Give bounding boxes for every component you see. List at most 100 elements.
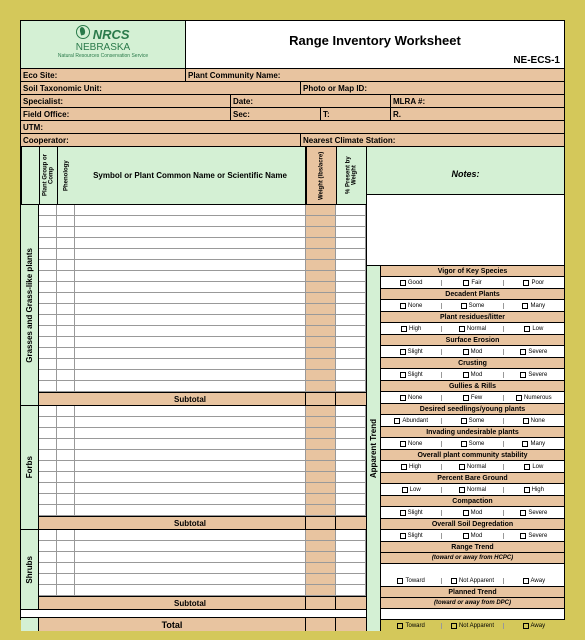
checkbox-icon[interactable] xyxy=(461,441,467,447)
data-row[interactable] xyxy=(39,249,366,260)
checkbox-icon[interactable] xyxy=(400,395,406,401)
data-row[interactable] xyxy=(39,227,366,238)
option[interactable]: Low xyxy=(381,487,442,493)
option[interactable]: None xyxy=(504,418,564,424)
option[interactable]: Normal xyxy=(442,326,503,332)
data-row[interactable] xyxy=(39,406,366,417)
checkbox-icon[interactable] xyxy=(394,418,400,424)
option[interactable]: Many xyxy=(504,303,564,309)
subtotal-weight[interactable] xyxy=(306,597,336,609)
data-row[interactable] xyxy=(39,530,366,541)
option[interactable]: Not Apparent xyxy=(442,578,503,584)
option[interactable]: Some xyxy=(442,303,503,309)
data-row[interactable] xyxy=(39,359,366,370)
checkbox-icon[interactable] xyxy=(463,510,469,516)
assess-blank[interactable] xyxy=(381,609,564,620)
checkbox-icon[interactable] xyxy=(459,487,465,493)
subtotal-weight[interactable] xyxy=(306,393,336,405)
checkbox-icon[interactable] xyxy=(524,487,530,493)
data-row[interactable] xyxy=(39,381,366,392)
checkbox-icon[interactable] xyxy=(400,441,406,447)
option[interactable]: Few xyxy=(442,395,503,401)
option[interactable]: Normal xyxy=(442,464,503,470)
option[interactable]: Mod xyxy=(442,533,503,539)
data-row[interactable] xyxy=(39,304,366,315)
data-row[interactable] xyxy=(39,450,366,461)
data-row[interactable] xyxy=(39,439,366,450)
checkbox-icon[interactable] xyxy=(402,487,408,493)
checkbox-icon[interactable] xyxy=(397,623,403,629)
checkbox-icon[interactable] xyxy=(461,303,467,309)
checkbox-icon[interactable] xyxy=(400,349,406,355)
option[interactable]: Normal xyxy=(442,487,503,493)
data-row[interactable] xyxy=(39,552,366,563)
subtotal-percent[interactable] xyxy=(336,597,366,609)
checkbox-icon[interactable] xyxy=(516,395,522,401)
option[interactable]: High xyxy=(381,464,442,470)
data-row[interactable] xyxy=(39,216,366,227)
option[interactable]: Away xyxy=(504,623,564,629)
option[interactable]: Severe xyxy=(504,510,564,516)
checkbox-icon[interactable] xyxy=(522,441,528,447)
subtotal-percent[interactable] xyxy=(336,517,366,529)
data-row[interactable] xyxy=(39,472,366,483)
data-row[interactable] xyxy=(39,574,366,585)
checkbox-icon[interactable] xyxy=(401,464,407,470)
checkbox-icon[interactable] xyxy=(459,326,465,332)
data-row[interactable] xyxy=(39,271,366,282)
data-row[interactable] xyxy=(39,205,366,216)
checkbox-icon[interactable] xyxy=(463,395,469,401)
checkbox-icon[interactable] xyxy=(401,326,407,332)
option[interactable]: Abundant xyxy=(381,418,442,424)
checkbox-icon[interactable] xyxy=(520,533,526,539)
option[interactable]: Low xyxy=(504,326,564,332)
data-row[interactable] xyxy=(39,505,366,516)
notes-area[interactable] xyxy=(367,195,564,265)
checkbox-icon[interactable] xyxy=(463,349,469,355)
data-row[interactable] xyxy=(39,260,366,271)
checkbox-icon[interactable] xyxy=(400,280,406,286)
data-row[interactable] xyxy=(39,282,366,293)
option[interactable]: None xyxy=(381,441,442,447)
checkbox-icon[interactable] xyxy=(522,303,528,309)
checkbox-icon[interactable] xyxy=(459,464,465,470)
data-row[interactable] xyxy=(39,585,366,596)
checkbox-icon[interactable] xyxy=(397,578,403,584)
checkbox-icon[interactable] xyxy=(523,280,529,286)
total-percent[interactable] xyxy=(336,618,366,631)
option[interactable]: Toward xyxy=(381,578,442,584)
option[interactable]: None xyxy=(381,395,442,401)
checkbox-icon[interactable] xyxy=(520,510,526,516)
data-row[interactable] xyxy=(39,348,366,359)
option[interactable]: Numerous xyxy=(504,395,564,401)
checkbox-icon[interactable] xyxy=(520,372,526,378)
checkbox-icon[interactable] xyxy=(523,578,529,584)
option[interactable]: Some xyxy=(442,441,503,447)
option[interactable]: High xyxy=(381,326,442,332)
checkbox-icon[interactable] xyxy=(400,510,406,516)
checkbox-icon[interactable] xyxy=(463,372,469,378)
option[interactable]: Good xyxy=(381,280,442,286)
checkbox-icon[interactable] xyxy=(463,280,469,286)
option[interactable]: Away xyxy=(504,578,564,584)
data-row[interactable] xyxy=(39,417,366,428)
checkbox-icon[interactable] xyxy=(523,623,529,629)
data-row[interactable] xyxy=(39,326,366,337)
option[interactable]: Severe xyxy=(504,533,564,539)
option[interactable]: Slight xyxy=(381,533,442,539)
checkbox-icon[interactable] xyxy=(523,418,529,424)
option[interactable]: Severe xyxy=(504,372,564,378)
checkbox-icon[interactable] xyxy=(451,623,457,629)
option[interactable]: Slight xyxy=(381,510,442,516)
checkbox-icon[interactable] xyxy=(524,464,530,470)
checkbox-icon[interactable] xyxy=(461,418,467,424)
option[interactable]: Severe xyxy=(504,349,564,355)
option[interactable]: Fair xyxy=(442,280,503,286)
option[interactable]: Some xyxy=(442,418,503,424)
data-row[interactable] xyxy=(39,541,366,552)
option[interactable]: Mod xyxy=(442,510,503,516)
checkbox-icon[interactable] xyxy=(463,533,469,539)
checkbox-icon[interactable] xyxy=(451,578,457,584)
data-row[interactable] xyxy=(39,483,366,494)
data-row[interactable] xyxy=(39,293,366,304)
